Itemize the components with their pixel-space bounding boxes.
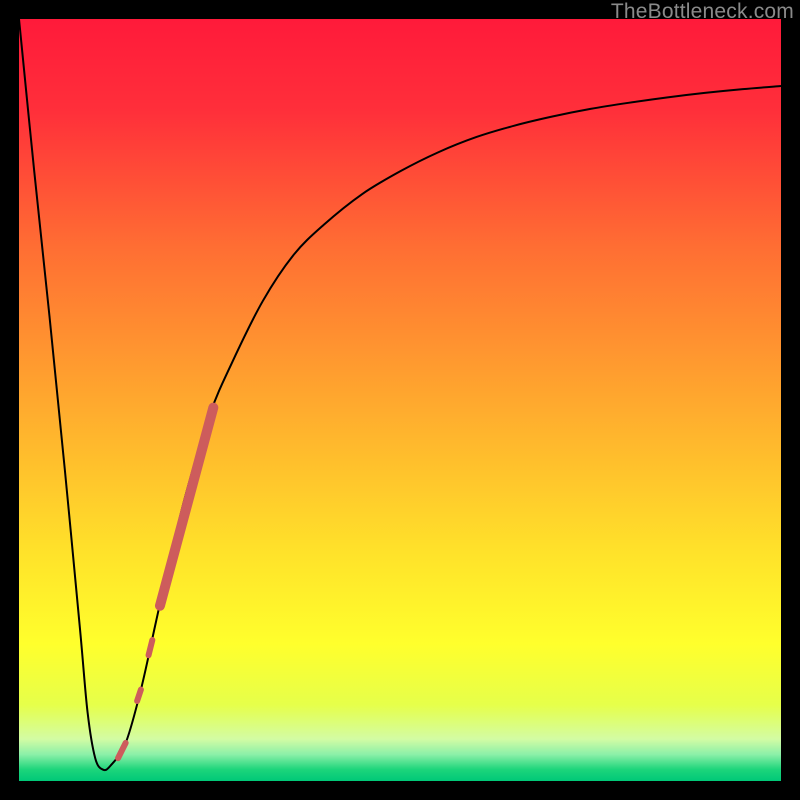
marker-group: [118, 408, 213, 759]
data-marker: [137, 690, 141, 701]
plot-area: [19, 19, 781, 781]
watermark-text: TheBottleneck.com: [611, 0, 794, 24]
bottleneck-curve: [19, 19, 781, 770]
data-marker: [118, 743, 126, 758]
chart-frame: TheBottleneck.com: [0, 0, 800, 800]
data-marker: [160, 408, 213, 606]
curve-layer: [19, 19, 781, 781]
data-marker: [149, 640, 153, 655]
